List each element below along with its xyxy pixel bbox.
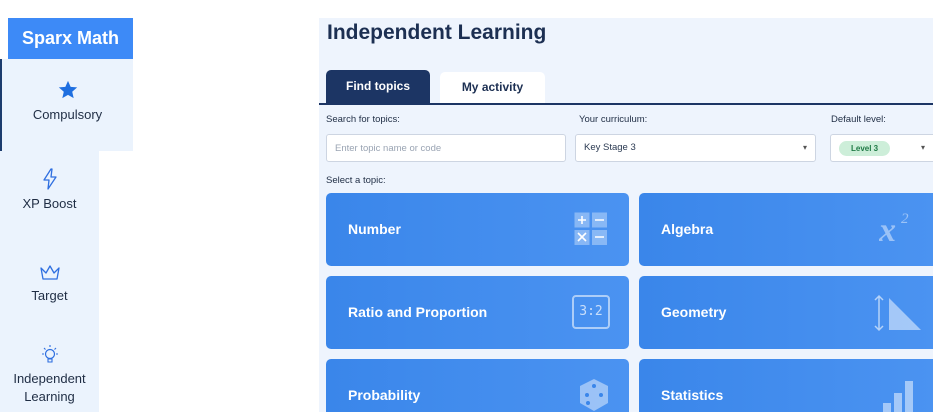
x-squared-icon: x 2 xyxy=(879,211,909,249)
topic-card-algebra[interactable]: Algebra x 2 xyxy=(639,193,933,266)
topic-card-probability[interactable]: Probability xyxy=(326,359,629,412)
topic-card-statistics[interactable]: Statistics xyxy=(639,359,933,412)
search-input[interactable] xyxy=(335,135,565,161)
sidebar: Sparx Math Compulsory XP Boost Target In… xyxy=(0,0,133,412)
curriculum-value: Key Stage 3 xyxy=(584,142,636,153)
tab-my-activity[interactable]: My activity xyxy=(440,72,545,103)
sidebar-item-label: Target xyxy=(31,288,68,303)
sidebar-item-target[interactable]: Target xyxy=(0,264,99,319)
level-badge: Level 3 xyxy=(839,141,891,156)
page-title: Independent Learning xyxy=(327,21,547,44)
sidebar-item-independent-learning[interactable]: Independent Learning xyxy=(0,344,99,412)
topic-card-number[interactable]: Number xyxy=(326,193,629,266)
lightning-icon xyxy=(42,168,57,190)
tab-divider xyxy=(319,103,933,105)
select-topic-label: Select a topic: xyxy=(326,175,386,186)
svg-text:2: 2 xyxy=(901,211,909,227)
topic-label: Ratio and Proportion xyxy=(348,304,488,320)
sidebar-item-compulsory[interactable]: Compulsory xyxy=(0,59,133,151)
dice-icon xyxy=(580,379,608,411)
chevron-down-icon: ▾ xyxy=(920,143,925,152)
topic-label: Algebra xyxy=(661,221,714,237)
svg-text:x: x xyxy=(879,212,896,249)
ratio-icon: 3:2 xyxy=(572,295,610,329)
sidebar-item-label: XP Boost xyxy=(22,196,77,211)
level-label: Default level: xyxy=(831,114,886,125)
triangle-ruler-icon xyxy=(874,294,921,332)
chevron-down-icon: ▾ xyxy=(802,143,807,152)
calculator-symbols-icon xyxy=(574,212,607,245)
app-page: Sparx Math Compulsory XP Boost Target In… xyxy=(0,0,933,412)
topic-label: Statistics xyxy=(661,387,724,403)
topic-label: Geometry xyxy=(661,304,727,320)
level-select[interactable]: Level 3 ▾ xyxy=(830,134,933,162)
curriculum-label: Your curriculum: xyxy=(579,114,648,125)
crown-icon xyxy=(39,265,60,280)
main-panel: Independent Learning Find topics My acti… xyxy=(319,18,933,412)
search-label: Search for topics: xyxy=(326,114,400,125)
bar-chart-icon xyxy=(883,381,913,412)
sidebar-item-label-line2: Learning xyxy=(24,389,75,404)
topic-card-geometry[interactable]: Geometry xyxy=(639,276,933,349)
search-field[interactable] xyxy=(326,134,566,162)
sidebar-item-xp-boost[interactable]: XP Boost xyxy=(0,168,99,228)
sidebar-item-label: Compulsory xyxy=(32,107,103,122)
lightbulb-icon xyxy=(41,345,58,363)
star-icon xyxy=(58,80,77,99)
sidebar-item-label-line1: Independent xyxy=(13,371,86,386)
brand-logo[interactable]: Sparx Math xyxy=(8,18,133,59)
topic-label: Number xyxy=(348,221,401,237)
topic-card-ratio-and-proportion[interactable]: Ratio and Proportion 3:2 xyxy=(326,276,629,349)
tab-find-topics[interactable]: Find topics xyxy=(326,70,430,103)
curriculum-select[interactable]: Key Stage 3 ▾ xyxy=(575,134,816,162)
topic-label: Probability xyxy=(348,387,421,403)
